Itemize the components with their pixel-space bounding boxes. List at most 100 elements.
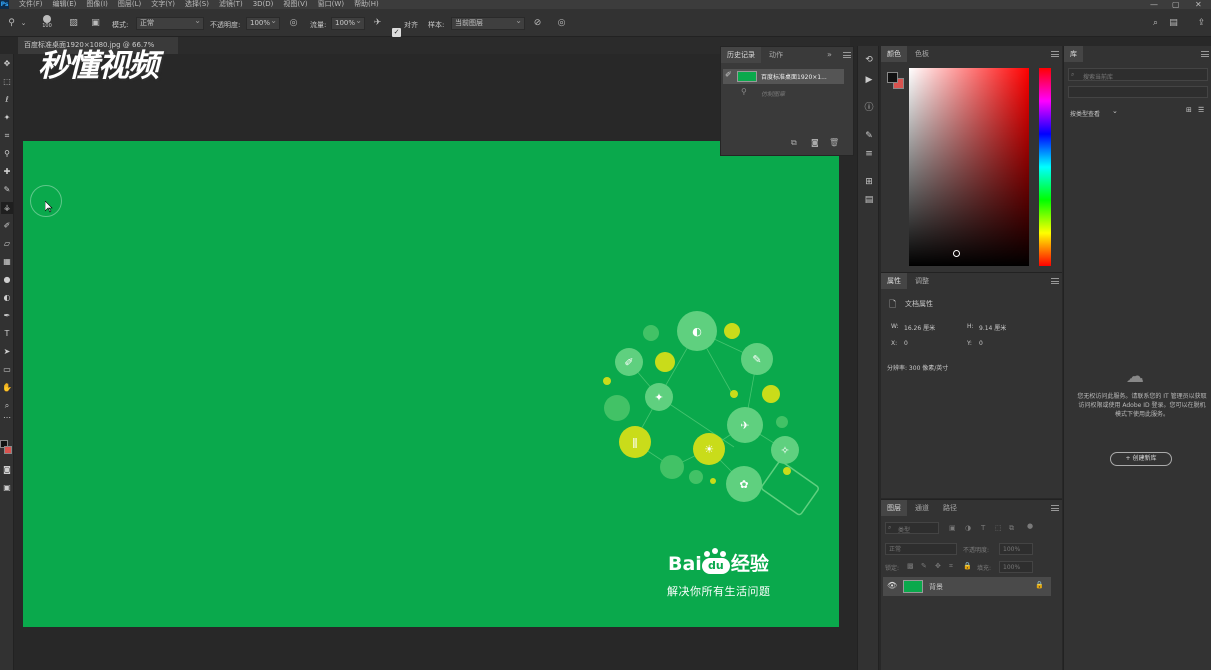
info-icon[interactable]: ⓘ: [863, 102, 875, 114]
camera-icon[interactable]: ◙: [811, 138, 819, 147]
view-by-type[interactable]: 按类型查看: [1070, 109, 1100, 118]
tab-history[interactable]: 历史记录: [721, 47, 761, 63]
brush-settings-icon[interactable]: ≡: [863, 148, 875, 160]
panel-menu-icon[interactable]: [1051, 505, 1059, 511]
history-brush-source-icon[interactable]: ✐: [725, 70, 732, 79]
maximize-button[interactable]: ▢: [1172, 0, 1180, 9]
grid-view-icon[interactable]: ⊞: [1186, 106, 1192, 114]
brush-panel-icon[interactable]: ✎: [863, 130, 875, 142]
tab-layers[interactable]: 图层: [881, 500, 907, 516]
width-value[interactable]: 16.26 厘米: [904, 323, 935, 332]
mode-select[interactable]: 正常: [136, 15, 204, 30]
panel-menu-icon[interactable]: [1051, 278, 1059, 284]
height-value[interactable]: 9.14 厘米: [979, 323, 1006, 332]
panel-menu-icon[interactable]: [1051, 51, 1059, 57]
sample-select[interactable]: 当前图层: [451, 15, 525, 30]
tab-swatches[interactable]: 色板: [909, 46, 935, 62]
airbrush-icon[interactable]: ✈: [372, 18, 383, 29]
path-selection-tool-icon[interactable]: ➤: [1, 346, 13, 358]
filter-smart-object-icon[interactable]: ⧉: [1009, 524, 1014, 533]
tab-color[interactable]: 颜色: [881, 46, 907, 62]
lock-artboard-icon[interactable]: ⌗: [949, 562, 953, 571]
lasso-tool-icon[interactable]: ℓ: [1, 94, 13, 106]
flow-input[interactable]: 100%: [331, 15, 365, 30]
filter-pixel-icon[interactable]: ▣: [949, 524, 956, 532]
tab-actions[interactable]: 动作: [763, 47, 789, 63]
menu-item-layer[interactable]: 图层(L): [118, 0, 141, 9]
panel-menu-icon[interactable]: [1201, 51, 1209, 57]
hand-tool-icon[interactable]: ✋: [1, 382, 13, 394]
filter-type-icon[interactable]: T: [981, 524, 985, 532]
marquee-tool-icon[interactable]: ⬚: [1, 76, 13, 88]
tab-adjustments[interactable]: 调整: [909, 273, 935, 289]
layer-row-background[interactable]: 👁 背景 🔒: [883, 577, 1051, 596]
x-value[interactable]: 0: [904, 340, 908, 347]
menu-item-filter[interactable]: 滤镜(T): [219, 0, 243, 9]
create-library-button[interactable]: + 创建新库: [1110, 452, 1172, 466]
history-brush-tool-icon[interactable]: ✐: [1, 220, 13, 232]
pressure-size-icon[interactable]: ◎: [556, 18, 567, 29]
tab-paths[interactable]: 路径: [937, 500, 963, 516]
background-color-swatch[interactable]: [4, 446, 12, 454]
lock-transparent-icon[interactable]: ▩: [907, 562, 914, 570]
clone-source-icon[interactable]: ▣: [90, 18, 101, 29]
fill-input[interactable]: 100%: [999, 561, 1033, 573]
search-icon[interactable]: ⌕: [1150, 18, 1161, 29]
menu-item-help[interactable]: 帮助(H): [354, 0, 379, 9]
trash-icon[interactable]: 🗑: [829, 138, 839, 147]
filter-toggle-icon[interactable]: ●: [1027, 522, 1033, 530]
rectangle-tool-icon[interactable]: ▭: [1, 364, 13, 376]
menu-item-edit[interactable]: 编辑(E): [53, 0, 77, 9]
filter-adjustment-icon[interactable]: ◑: [965, 524, 971, 532]
type-tool-icon[interactable]: T: [1, 328, 13, 340]
menu-item-window[interactable]: 窗口(W): [318, 0, 344, 9]
blur-tool-icon[interactable]: ●: [1, 274, 13, 286]
healing-brush-tool-icon[interactable]: ✚: [1, 166, 13, 178]
eye-icon[interactable]: 👁: [887, 581, 897, 590]
lock-position-icon[interactable]: ✥: [935, 562, 941, 570]
color-picker-handle[interactable]: [953, 250, 960, 257]
crop-tool-icon[interactable]: ⌗: [1, 130, 13, 142]
new-snapshot-from-state-icon[interactable]: ⧉: [791, 138, 797, 148]
brush-preset-picker[interactable]: 100: [40, 14, 54, 32]
color-field[interactable]: [909, 68, 1029, 266]
document-canvas[interactable]: ◐ ✎ ✐ ✦ ✈ ☀ ǁ ✿ ✧ Bai du 经验 解决你所有生活问题: [23, 141, 839, 627]
brush-settings-icon[interactable]: ▨: [68, 18, 79, 29]
align-checkbox[interactable]: ✓: [392, 28, 401, 37]
menu-item-image[interactable]: 图像(I): [86, 0, 108, 9]
library-search-input[interactable]: ⌕ 搜索当前库: [1068, 68, 1208, 81]
share-icon[interactable]: ⇪: [1196, 18, 1207, 29]
clone-stamp-tool-icon[interactable]: ⚶: [1, 202, 13, 214]
actions-play-icon[interactable]: ▶: [863, 74, 875, 86]
tab-libraries[interactable]: 库: [1064, 46, 1083, 62]
history-item-open[interactable]: ✐ 百度标准桌面1920×1...: [723, 69, 844, 84]
menu-item-file[interactable]: 文件(F): [19, 0, 43, 9]
hue-slider[interactable]: [1039, 68, 1051, 266]
menu-item-3d[interactable]: 3D(D): [253, 0, 274, 9]
ignore-adjustment-icon[interactable]: ⊘: [532, 18, 543, 29]
blend-mode-select[interactable]: 正常: [885, 543, 957, 555]
screen-mode-icon[interactable]: ▣: [1, 482, 13, 494]
history-panel-icon[interactable]: ⟲: [863, 54, 875, 66]
y-value[interactable]: 0: [979, 340, 983, 347]
pressure-opacity-icon[interactable]: ◎: [288, 18, 299, 29]
lock-image-icon[interactable]: ✎: [921, 562, 927, 570]
close-button[interactable]: ✕: [1195, 0, 1202, 9]
list-view-icon[interactable]: ☰: [1198, 106, 1204, 114]
clone-stamp-tool-icon[interactable]: ⚲: [6, 18, 17, 29]
minimize-button[interactable]: —: [1150, 0, 1158, 9]
magic-wand-tool-icon[interactable]: ✦: [1, 112, 13, 124]
brush-tool-icon[interactable]: ✎: [1, 184, 13, 196]
menu-item-type[interactable]: 文字(Y): [151, 0, 175, 9]
eyedropper-tool-icon[interactable]: ⚲: [1, 148, 13, 160]
library-select[interactable]: [1068, 86, 1208, 98]
pen-tool-icon[interactable]: ✒: [1, 310, 13, 322]
dodge-tool-icon[interactable]: ◐: [1, 292, 13, 304]
quick-mask-icon[interactable]: ◙: [1, 464, 13, 476]
workspace-icon[interactable]: ▤: [1168, 18, 1179, 29]
more-tools-icon[interactable]: ⋯: [1, 412, 13, 424]
clone-source-panel-icon[interactable]: ⊞: [863, 176, 875, 188]
gradient-tool-icon[interactable]: ▦: [1, 256, 13, 268]
tab-channels[interactable]: 通道: [909, 500, 935, 516]
menu-item-view[interactable]: 视图(V): [283, 0, 307, 9]
